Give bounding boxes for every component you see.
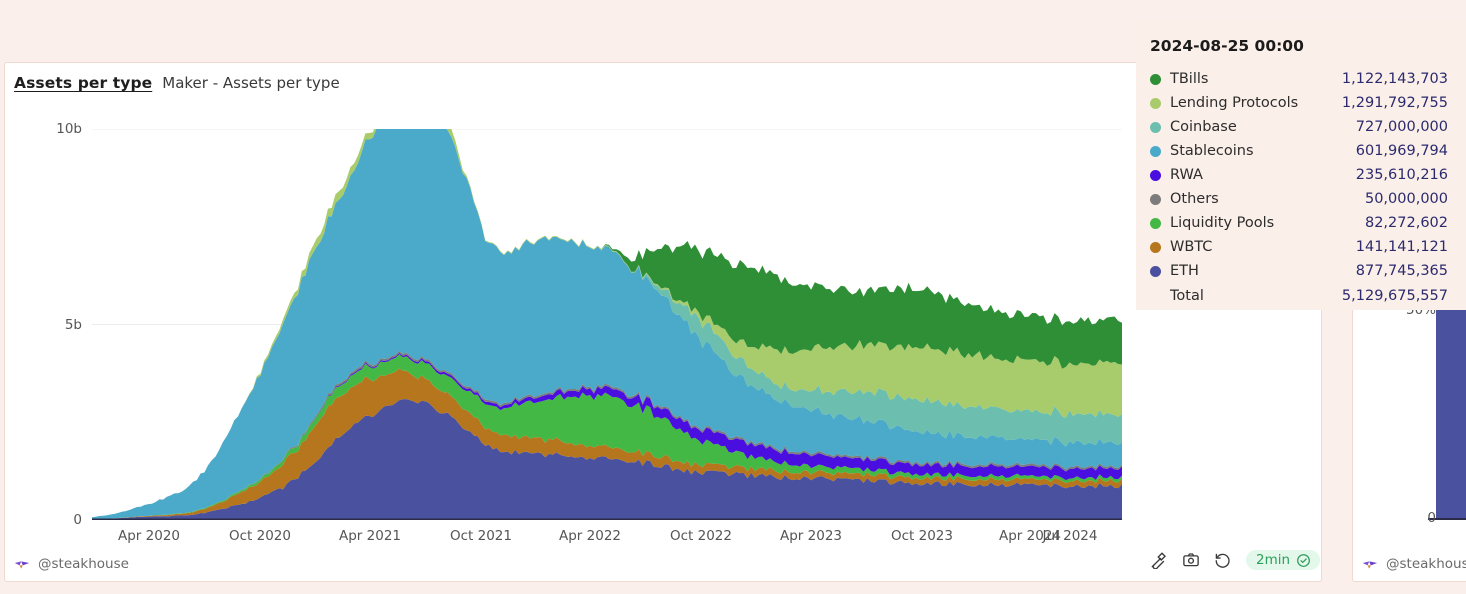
tooltip-total-row: Total 5,129,675,557	[1150, 284, 1448, 308]
tooltip-series-value: 601,969,794	[1355, 143, 1448, 159]
tooltip-series-label: Lending Protocols	[1170, 95, 1299, 111]
x-axis-tick: Oct 2023	[891, 528, 953, 544]
y-axis-tick: 0	[73, 512, 82, 528]
tooltip-series-value: 82,272,602	[1364, 215, 1448, 231]
tooltip-row: WBTC 141,141,121	[1150, 235, 1448, 259]
tooltip-color-dot	[1150, 145, 1161, 157]
plug-icon[interactable]	[1150, 551, 1168, 570]
tooltip-color-dot	[1150, 121, 1161, 133]
tooltip-series-label: Others	[1170, 191, 1219, 207]
y-axis: 0 5b 10b	[30, 121, 82, 528]
undo-icon[interactable]	[1214, 551, 1232, 569]
tooltip-color-dot	[1150, 193, 1161, 205]
tooltip-series-value: 727,000,000	[1355, 119, 1448, 135]
check-badge-icon	[1296, 553, 1311, 568]
tooltip-row: ETH 877,745,365	[1150, 259, 1448, 283]
tooltip-row: Lending Protocols 1,291,792,755	[1150, 91, 1448, 115]
tooltip-series-label: RWA	[1170, 167, 1203, 183]
tooltip-row: RWA 235,610,216	[1150, 163, 1448, 187]
y-axis-tick: 5b	[64, 316, 82, 333]
tooltip-series-label: TBills	[1170, 71, 1209, 87]
tooltip-color-dot	[1150, 73, 1161, 85]
tooltip-total-value: 5,129,675,557	[1341, 288, 1448, 304]
tooltip-rows: TBills 1,122,143,703 Lending Protocols 1,29…	[1150, 67, 1448, 308]
chart-subtitle: Maker - Assets per type	[162, 74, 340, 92]
secondary-chart-area[interactable]	[1436, 310, 1466, 520]
tooltip-color-dot	[1150, 97, 1161, 109]
x-axis-tick: Apr 2023	[779, 528, 843, 544]
tooltip-series-value: 877,745,365	[1355, 263, 1448, 279]
tooltip-series-value: 1,291,792,755	[1341, 95, 1448, 111]
chart-canvas[interactable]	[92, 129, 1122, 520]
dashboard-page: Assets per type Maker - Assets per type …	[0, 0, 1466, 594]
camera-icon[interactable]	[1182, 551, 1200, 569]
tooltip-series-label: Liquidity Pools	[1170, 215, 1275, 231]
steakhouse-logo-icon	[14, 558, 30, 570]
tooltip-series-label: Stablecoins	[1170, 143, 1254, 159]
tooltip-series-label: Coinbase	[1170, 119, 1237, 135]
x-axis-tick: Jul 2024	[1042, 528, 1098, 544]
watermark-handle: @steakhouse	[38, 556, 129, 572]
y-axis-tick: 10b	[56, 121, 82, 137]
chart-toolbar: 2min	[1150, 550, 1321, 570]
tooltip-row: Coinbase 727,000,000	[1150, 115, 1448, 139]
tooltip-date: 2024-08-25 00:00	[1150, 37, 1304, 55]
x-axis-tick: Apr 2020	[117, 528, 181, 544]
tooltip-series-label: WBTC	[1170, 239, 1213, 255]
tooltip-color-dot	[1150, 217, 1161, 229]
tooltip-color-dot	[1150, 241, 1161, 253]
chart-header: Assets per type Maker - Assets per type	[14, 74, 340, 92]
tooltip-series-value: 235,610,216	[1355, 167, 1448, 183]
x-axis-tick: Apr 2022	[558, 528, 622, 544]
tooltip-row: Others 50,000,000	[1150, 187, 1448, 211]
tooltip-color-dot	[1150, 265, 1161, 277]
x-axis-tick: Oct 2020	[229, 528, 291, 544]
x-axis: Apr 2020 Oct 2020 Apr 2021 Oct 2021 Apr 2022…	[92, 528, 1132, 550]
tooltip-series-value: 1,122,143,703	[1341, 71, 1448, 87]
tooltip-total-label: Total	[1170, 288, 1204, 304]
watermark-main: @steakhouse	[14, 556, 129, 572]
stacked-area-chart[interactable]	[92, 129, 1122, 520]
x-axis-tick: Apr 2021	[338, 528, 402, 544]
watermark-right: @steakhouse	[1362, 556, 1466, 572]
chart-tooltip: 2024-08-25 00:00 TBills 1,122,143,703 Lend…	[1136, 20, 1466, 310]
refresh-interval-label: 2min	[1256, 552, 1291, 568]
tooltip-row: TBills 1,122,143,703	[1150, 67, 1448, 91]
secondary-y-axis: 50% 0	[1352, 300, 1436, 530]
x-axis-tick: Oct 2021	[450, 528, 512, 544]
secondary-y-axis-tick: 0	[1427, 510, 1436, 526]
page-title[interactable]: Assets per type	[14, 74, 152, 92]
refresh-status-badge[interactable]: 2min	[1246, 550, 1321, 570]
tooltip-series-value: 141,141,121	[1355, 239, 1448, 255]
tooltip-row: Liquidity Pools 82,272,602	[1150, 211, 1448, 235]
watermark-handle: @steakhouse	[1386, 556, 1466, 572]
x-axis-tick: Oct 2022	[670, 528, 732, 544]
tooltip-series-value: 50,000,000	[1364, 191, 1448, 207]
tooltip-row: Stablecoins 601,969,794	[1150, 139, 1448, 163]
tooltip-color-dot	[1150, 169, 1161, 181]
tooltip-series-label: ETH	[1170, 263, 1199, 279]
steakhouse-logo-icon	[1362, 558, 1378, 570]
